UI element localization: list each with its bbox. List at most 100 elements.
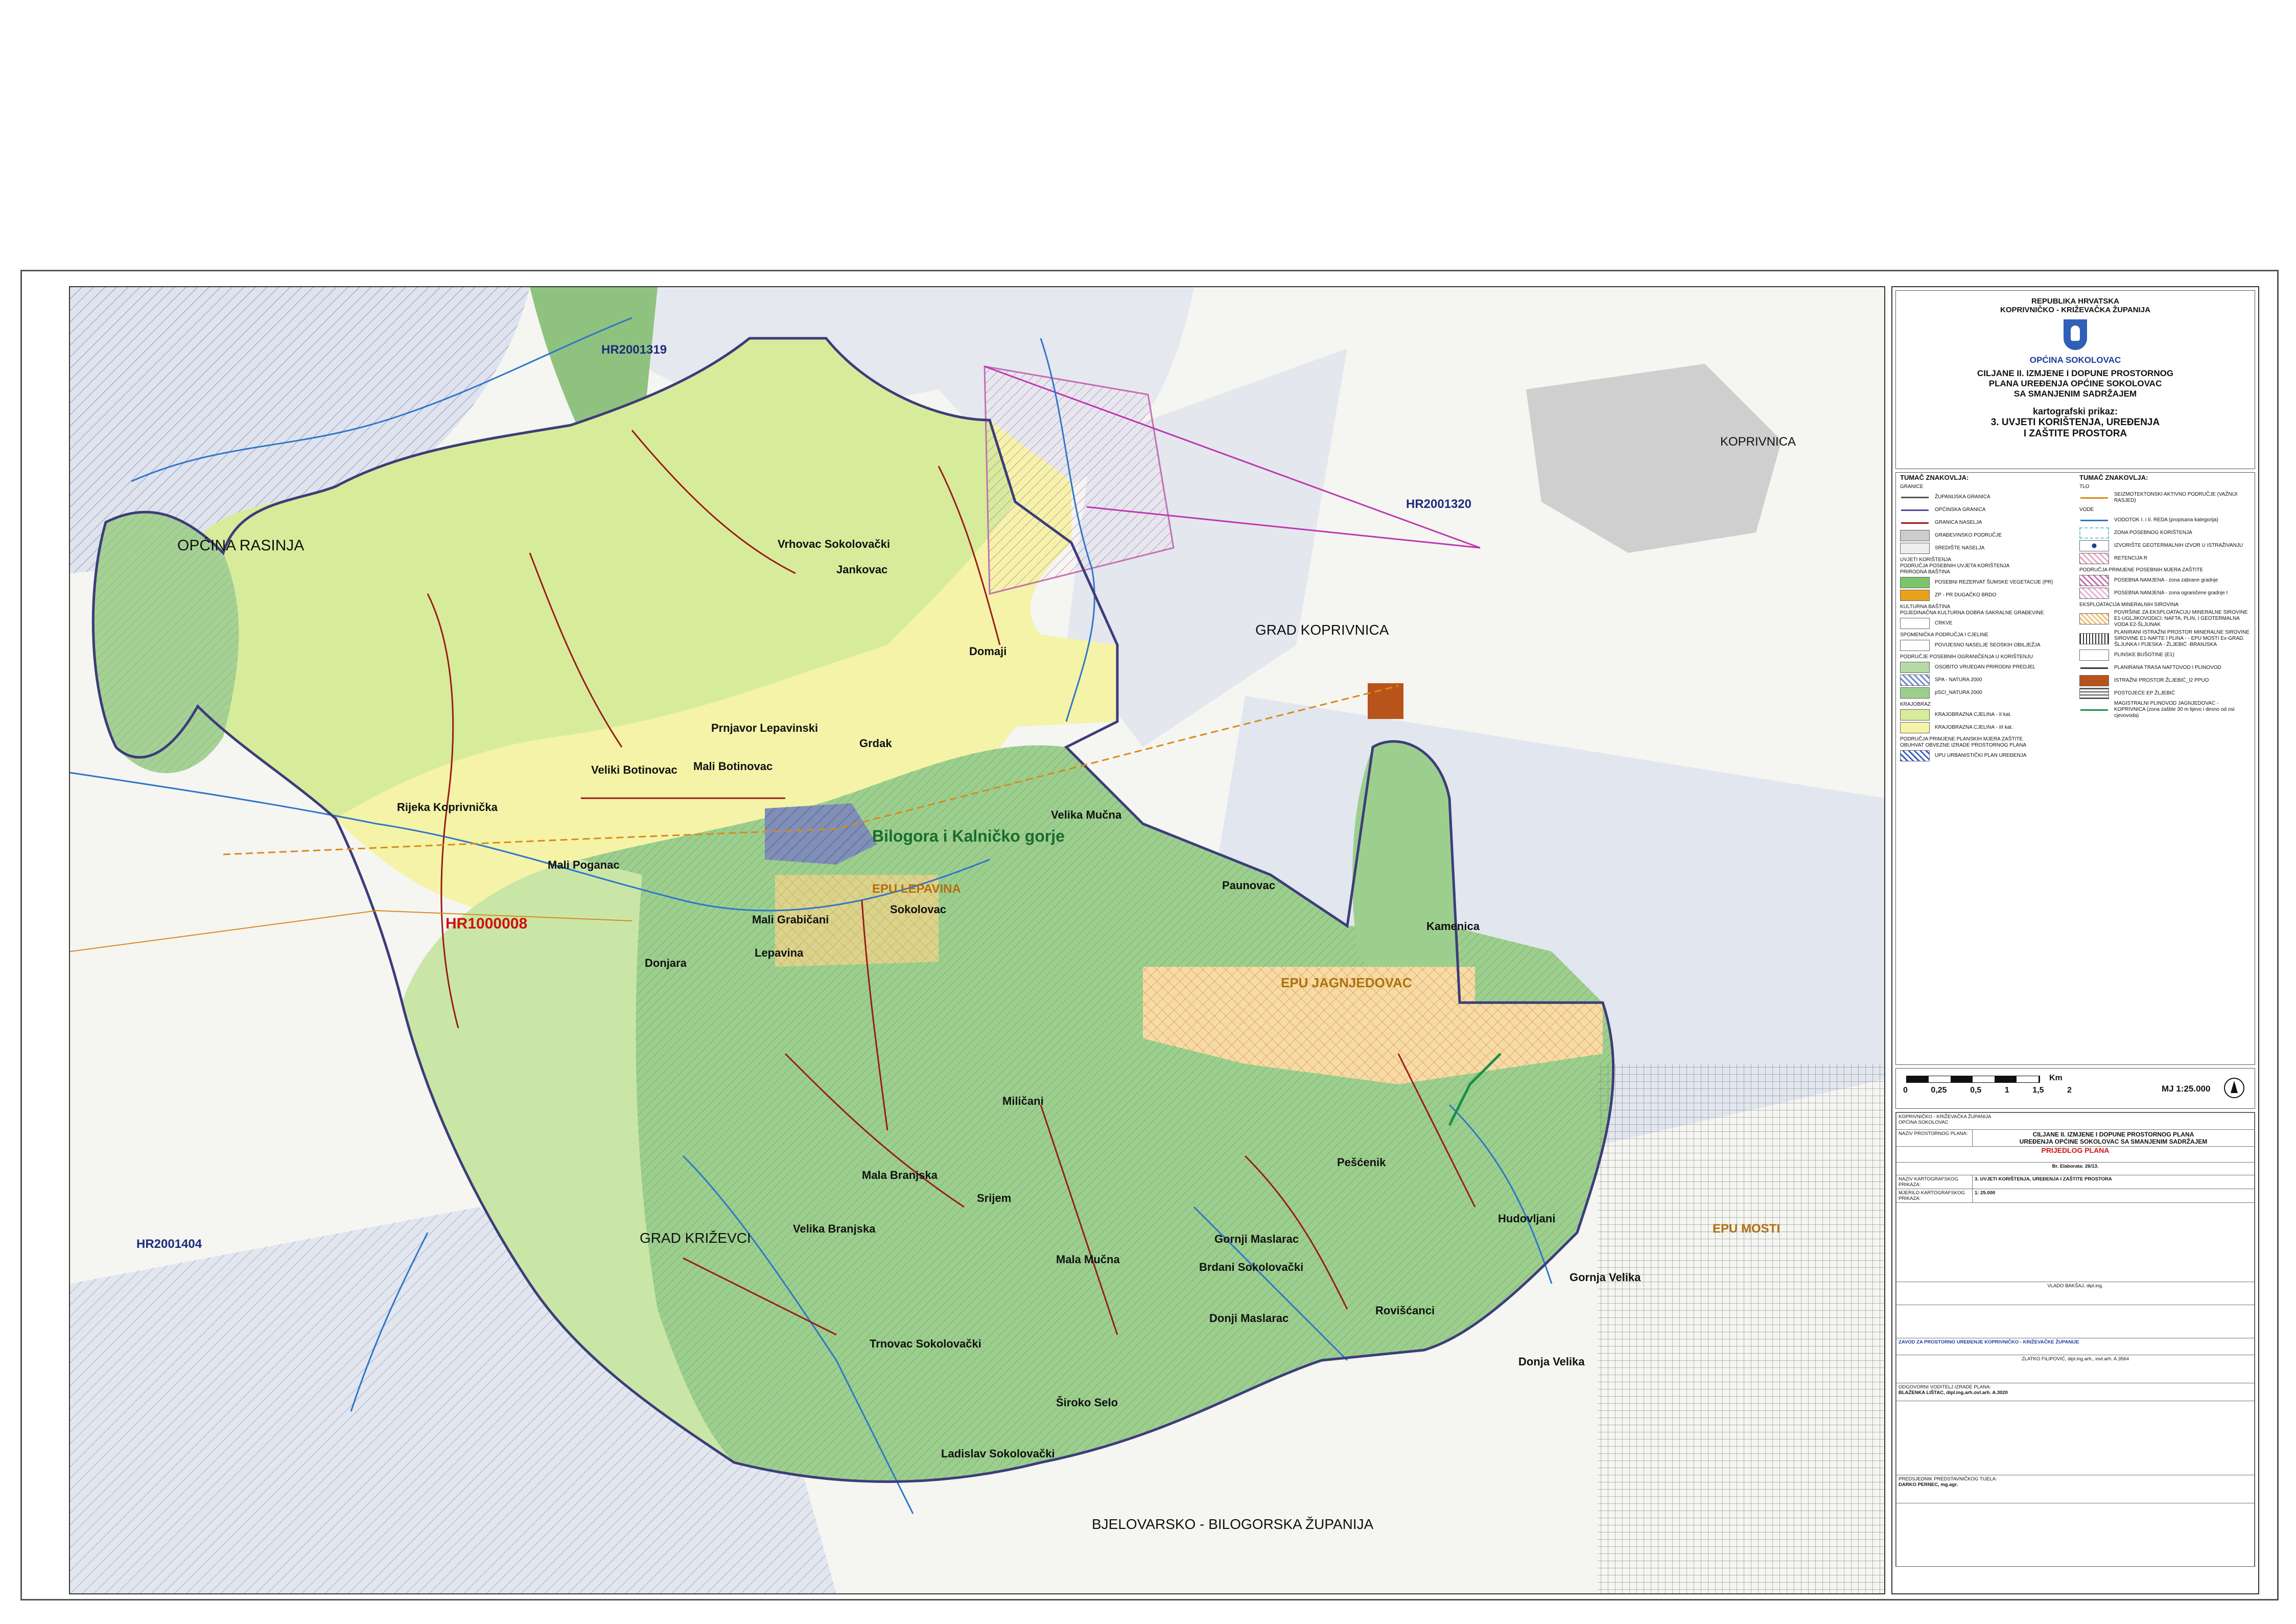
legend-swatch: [1900, 504, 1930, 516]
scale-tick: 1,5: [2032, 1086, 2044, 1095]
settlement-label: Jankovac: [836, 563, 887, 576]
header-title-1: CILJANE II. IZMJENE I DOPUNE PROSTORNOG: [1977, 368, 2174, 378]
settlement-label: Brdani Sokolovački: [1199, 1261, 1303, 1273]
settlement-label: Srijem: [977, 1192, 1011, 1204]
legend-heading: TLO: [2079, 484, 2090, 490]
title-block-table: KOPRIVNIČKO - KRIŽEVAČKA ŽUPANIJA OPĆINA …: [1896, 1112, 2255, 1566]
map-label-epu-lepavina: EPU LEPAVINA: [872, 882, 961, 896]
settlement-label: Donja Velika: [1518, 1355, 1585, 1368]
legend-swatch: [1900, 543, 1930, 554]
legend-item-label: KRAJOBRAZNA CJELINA - III kat.: [1935, 725, 2013, 730]
title-block: KOPRIVNIČKO - KRIŽEVAČKA ŽUPANIJA OPĆINA …: [1895, 1112, 2255, 1567]
tb-signature-name: VLADO BAKŠAJ, dipl.ing.: [1896, 1282, 2255, 1305]
settlement-label: Velika Mučna: [1051, 808, 1122, 821]
settlement-label: Pešćenik: [1337, 1156, 1386, 1169]
legend-item-label: POSEBNA NAMJENA - zona ograničene gradnj…: [2114, 590, 2228, 596]
tb-prijedlog: PRIJEDLOG PLANA: [1896, 1146, 2255, 1163]
settlement-label: Donjara: [645, 957, 687, 969]
legend-swatch: [1900, 577, 1930, 588]
legend-granice-title: GRANICE: [1900, 484, 1924, 490]
settlement-label: Rovišćanci: [1375, 1304, 1435, 1317]
legend-swatch: [1900, 640, 1930, 651]
legend-left-title: TUMAČ ZNAKOVLJA:: [1900, 474, 1969, 481]
legend-item-label: IZVORIŠTE GEOTERMALNIH IZVOR U ISTRAŽIVA…: [2114, 543, 2243, 548]
legend-item-label: ZONA POSEBNOG KORIŠTENJA: [2114, 530, 2192, 536]
legend-item-label: POSEBNI REZERVAT ŠUMSKE VEGETACIJE (PR): [1935, 579, 2053, 585]
scale-tick: 0,25: [1931, 1086, 1947, 1095]
legend-heading: PODRUČJA PRIMJENE POSEBNIH MJERA ZAŠTITE: [2079, 567, 2204, 573]
scale-ticks: 0 0,25 0,5 1 1,5 2: [1903, 1086, 2072, 1095]
scale-ratio: MJ 1:25.000: [2162, 1084, 2211, 1094]
tb-scale: 1: 25.000: [1972, 1189, 2255, 1203]
legend-swatch: [1900, 517, 1930, 528]
legend-item-label: MAGISTRALNI PLINOVOD JAGNJEDOVAC - KOPRI…: [2114, 701, 2235, 718]
legend-heading: PRIRODNA BAŠTINA: [1900, 569, 1950, 575]
legend-right-column: TUMAČ ZNAKOVLJA: TLO SEIZMOTEKTONSKI AKT…: [2075, 473, 2255, 1064]
legend-swatch: [1900, 530, 1930, 541]
legend-swatch: [2079, 575, 2109, 586]
coat-of-arms-icon: [2064, 319, 2087, 350]
tb-director: ZLATKO FILIPOVIĆ, dipl.ing.arh., iovl.ar…: [1896, 1355, 2255, 1383]
tb-label: ODGOVORNI VODITELJ IZRADE PLANA:: [1899, 1384, 1992, 1390]
header-municipality: OPĆINA SOKOLOVAC: [2029, 355, 2121, 365]
scale-tick: 1: [2004, 1086, 2009, 1095]
header-map-name-1: 3. UVJETI KORIŠTENJA, UREĐENJA: [1990, 417, 2160, 428]
legend-item-label: RETENCIJA R: [2114, 555, 2148, 561]
legend-swatch: [2079, 492, 2109, 503]
legend-swatch: [1900, 750, 1930, 761]
legend-item-label: PLANIRANI ISTRAŽNI PROSTOR MINERALNE SIR…: [2114, 630, 2250, 647]
legend-swatch: [2079, 633, 2109, 644]
legend-swatch: [2079, 688, 2109, 699]
legend-item-label: VODOTOK I. i II. REDA (propisana kategor…: [2114, 517, 2218, 523]
legend-heading: PODRUČJA PRIMJENE PLANSKIH MJERA ZAŠTITE: [1900, 736, 2023, 742]
tb-label: NAZIV PROSTORNOG PLANA:: [1899, 1131, 1968, 1136]
scale-unit: Km: [2049, 1074, 2063, 1082]
legend-box: TUMAČ ZNAKOVLJA: GRANICE ŽUPANIJSKA GRAN…: [1895, 472, 2255, 1065]
settlement-label: Ladislav Sokolovački: [941, 1447, 1055, 1460]
legend-swatch: [1900, 709, 1930, 721]
legend-item-label: POSEBNA NAMJENA - zona zabrane gradnje: [2114, 577, 2218, 583]
scale-box: 0 0,25 0,5 1 1,5 2 Km MJ 1:25.000: [1895, 1068, 2255, 1109]
tb-county: KOPRIVNIČKO - KRIŽEVAČKA ŽUPANIJA: [1899, 1114, 1992, 1120]
map-label-opcina-rasinja: OPĆINA RASINJA: [177, 537, 304, 554]
map-label-hr2001320: HR2001320: [1406, 497, 1471, 511]
legend-item-label: OSOBITO VRIJEDAN PRIRODNI PREDJEL: [1935, 664, 2036, 670]
map-label-epu-jagnjedovac: EPU JAGNJEDOVAC: [1281, 975, 1412, 990]
settlement-label: Mala Mučna: [1056, 1253, 1120, 1266]
map-svg: OPĆINA RASINJA GRAD KOPRIVNICA KOPRIVNIC…: [69, 287, 1884, 1593]
settlement-label: Mali Poganac: [548, 859, 620, 871]
epu-mosti-grid-area: [1598, 1064, 1884, 1593]
legend-heading: VODE: [2079, 507, 2094, 513]
legend-heading: PODRUČJE POSEBNIH OGRANIČENJA U KORIŠTEN…: [1900, 654, 2033, 660]
church-icon: [1900, 618, 1930, 629]
legend-item-label: PLANIRANA TRASA NAFTOVOD I PLINOVOD: [2114, 665, 2221, 670]
legend-item-label: ZP - PR DUGAČKO BRDO: [1935, 592, 1997, 598]
map-canvas[interactable]: OPĆINA RASINJA GRAD KOPRIVNICA KOPRIVNIC…: [69, 286, 1885, 1594]
tb-municipality: OPĆINA SOKOLOVAC: [1899, 1120, 1949, 1125]
north-arrow-icon: [2224, 1078, 2244, 1098]
header-map-name-2: I ZAŠTITE PROSTORA: [2023, 428, 2127, 439]
settlement-label: Miličani: [1002, 1095, 1044, 1107]
legend-item-label: ŽUPANIJSKA GRANICA: [1935, 494, 1990, 500]
legend-item-label: pSCI_NATURA 2000: [1935, 690, 1982, 695]
map-label-grad-krizevci: GRAD KRIŽEVCI: [640, 1230, 751, 1246]
settlement-label: Grdak: [859, 737, 892, 750]
header-title-2: PLANA UREĐENJA OPĆINE SOKOLOVAC: [1988, 379, 2162, 388]
settlement-label: Domaji: [969, 645, 1006, 658]
legend-item-label: GRANICA NASELJA: [1935, 520, 1982, 525]
settlement-label: Kamenica: [1426, 920, 1480, 933]
legend-heading: KULTURNA BAŠTINA: [1900, 604, 1951, 610]
legend-right-title: TUMAČ ZNAKOVLJA:: [2079, 474, 2148, 481]
gas-well-icon: [2079, 649, 2109, 661]
settlement-label: Donji Maslarac: [1209, 1312, 1288, 1325]
legend-heading: PODRUČJA POSEBNIH UVJETA KORIŠTENJA: [1900, 563, 2010, 569]
legend-heading: OBUHVAT OBVEZNE IZRADE PROSTORNOG PLANA: [1900, 743, 2027, 748]
settlement-label: Rijeka Koprivnička: [397, 801, 498, 814]
legend-swatch: [2079, 675, 2109, 686]
header-county: KOPRIVNIČKO - KRIŽEVAČKA ŽUPANIJA: [2000, 306, 2150, 314]
settlement-label: Prnjavor Lepavinski: [711, 722, 818, 734]
legend-swatch: [1900, 662, 1930, 673]
settlement-label: Mala Branjska: [862, 1169, 938, 1181]
legend-swatch: [1900, 722, 1930, 733]
settlement-label: Veliki Botinovac: [591, 763, 677, 776]
